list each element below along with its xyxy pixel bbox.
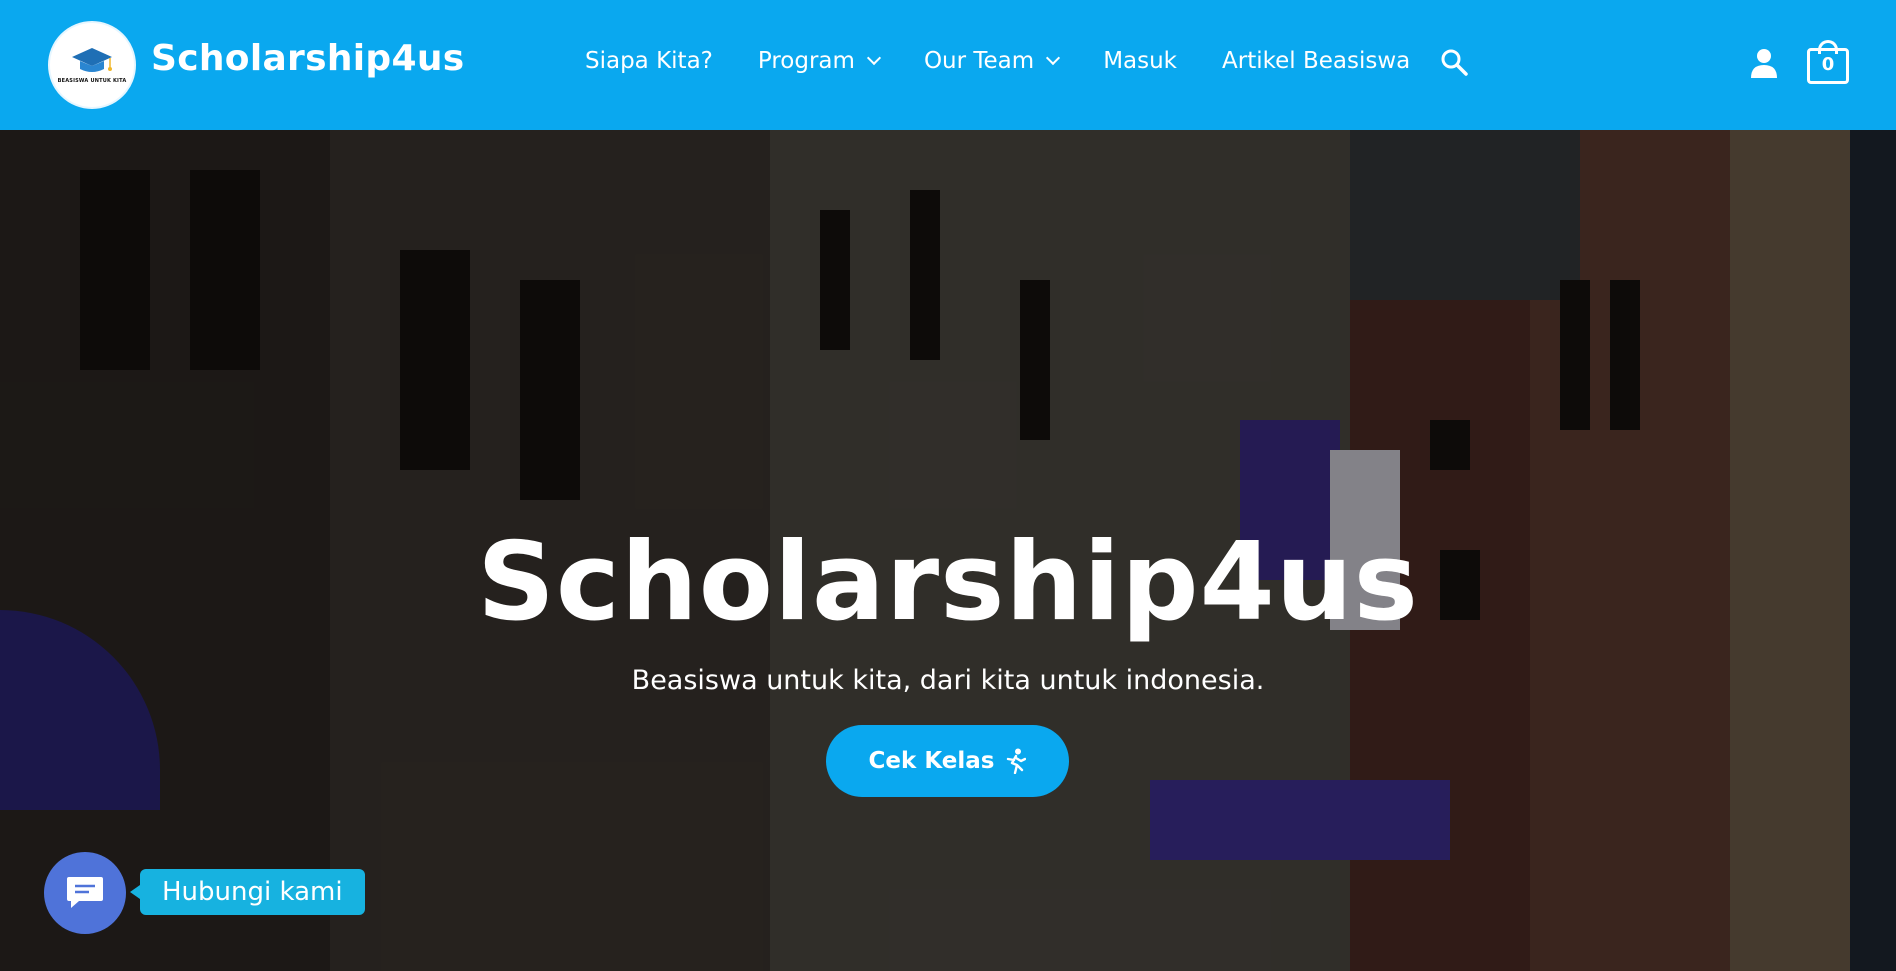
nav-item-siapa-kita[interactable]: Siapa Kita?: [585, 48, 713, 74]
hero-subtitle: Beasiswa untuk kita, dari kita untuk ind…: [631, 665, 1265, 696]
chevron-down-icon: [866, 50, 882, 66]
chat-label-text: Hubungi kami: [162, 877, 343, 907]
chat-bubble-icon: [67, 877, 103, 908]
nav-item-label: Masuk: [1103, 48, 1178, 74]
nav-item-label: Siapa Kita?: [585, 48, 713, 74]
logo-caption: BEASISWA UNTUK KITA: [57, 78, 127, 84]
site-title[interactable]: Scholarship4us: [151, 38, 465, 79]
nav-item-label: Artikel Beasiswa: [1222, 48, 1411, 74]
chat-button[interactable]: [44, 852, 126, 934]
main-navigation: Siapa Kita? Program Our Team Masuk Artik…: [585, 48, 1410, 74]
nav-item-label: Program: [757, 48, 855, 74]
nav-item-masuk[interactable]: Masuk: [1103, 48, 1177, 74]
cek-kelas-button[interactable]: Cek Kelas: [826, 725, 1069, 797]
site-header: BEASISWA UNTUK KITA Scholarship4us Siapa…: [0, 0, 1896, 130]
graduation-cap-icon: [72, 48, 112, 72]
hero-title: Scholarship4us: [477, 520, 1419, 645]
chat-label[interactable]: Hubungi kami: [130, 869, 365, 915]
cart-button[interactable]: 0: [1807, 40, 1849, 84]
nav-item-program[interactable]: Program: [757, 48, 882, 74]
cta-label: Cek Kelas: [868, 748, 995, 774]
nav-item-artikel-beasiswa[interactable]: Artikel Beasiswa: [1222, 48, 1410, 74]
running-person-icon: [1007, 748, 1027, 774]
nav-item-our-team[interactable]: Our Team: [923, 48, 1061, 74]
user-icon[interactable]: [1750, 48, 1778, 78]
cart-count: 0: [1821, 54, 1835, 75]
search-icon[interactable]: [1440, 48, 1468, 76]
nav-item-label: Our Team: [923, 48, 1035, 74]
hero-section: Scholarship4us Beasiswa untuk kita, dari…: [0, 130, 1896, 971]
site-logo[interactable]: BEASISWA UNTUK KITA: [48, 21, 136, 109]
chevron-down-icon: [1046, 50, 1061, 66]
